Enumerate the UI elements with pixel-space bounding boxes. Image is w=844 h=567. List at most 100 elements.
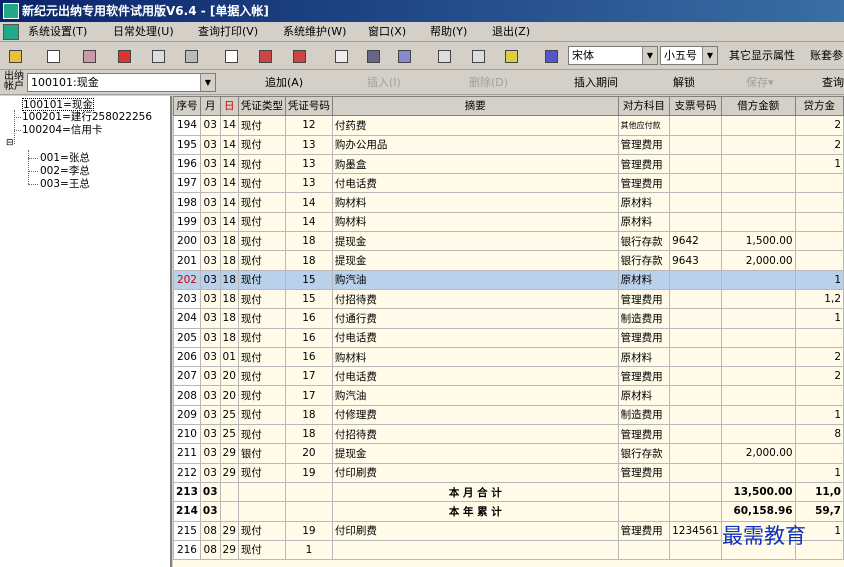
- table-cell[interactable]: 现付: [237, 250, 286, 271]
- table-cell[interactable]: [794, 173, 844, 194]
- table-row[interactable]: 214 03 本 年 累 计 60,158.96 59,7: [173, 501, 844, 522]
- table-cell[interactable]: [331, 539, 619, 561]
- table-cell[interactable]: 200: [173, 231, 201, 252]
- table-cell[interactable]: 196: [173, 153, 201, 175]
- table-cell[interactable]: 管理费用: [617, 327, 671, 348]
- table-cell[interactable]: 03: [199, 501, 221, 522]
- table-cell[interactable]: 211: [173, 443, 201, 464]
- table-row[interactable]: 209 03 25 现付 18 付修理费 制造费用 1: [173, 404, 844, 426]
- table-cell[interactable]: [720, 211, 796, 233]
- table-cell[interactable]: 1: [284, 539, 333, 561]
- table-cell[interactable]: 01: [219, 346, 239, 368]
- table-cell[interactable]: 204: [173, 308, 201, 329]
- table-cell[interactable]: 16: [284, 346, 333, 368]
- table-cell[interactable]: 15: [284, 288, 333, 310]
- table-cell[interactable]: 原材料: [617, 269, 671, 290]
- insert-button[interactable]: 插入(I): [367, 75, 401, 91]
- table-cell[interactable]: 20: [219, 385, 239, 406]
- table-cell[interactable]: 18: [284, 404, 333, 426]
- table-cell[interactable]: 现付: [237, 192, 286, 213]
- table-cell[interactable]: 2,000.00: [720, 443, 796, 464]
- table-cell[interactable]: 03: [199, 424, 221, 445]
- table-cell[interactable]: [669, 501, 722, 522]
- table-row[interactable]: 213 03 本 月 合 计 13,500.00 11,0: [173, 481, 844, 503]
- table-cell[interactable]: [720, 134, 796, 155]
- size-select[interactable]: 小五号 ▼: [660, 46, 718, 65]
- table-cell[interactable]: 12: [284, 115, 333, 136]
- table-cell[interactable]: 付印刷费: [331, 462, 619, 483]
- table-cell[interactable]: 03: [199, 192, 221, 213]
- import-icon[interactable]: [288, 46, 310, 66]
- table-cell[interactable]: 购材料: [331, 346, 619, 368]
- table-cell[interactable]: 原材料: [617, 346, 671, 368]
- table-cell[interactable]: [617, 501, 671, 522]
- other-display-attrs-button[interactable]: 其它显示属性: [729, 47, 795, 65]
- table-cell[interactable]: 03: [199, 211, 221, 233]
- font-icon[interactable]: [540, 46, 562, 66]
- account-set-button[interactable]: 账套参: [810, 47, 843, 65]
- table-cell[interactable]: 18: [219, 250, 239, 271]
- table-cell[interactable]: 207: [173, 366, 201, 387]
- table-cell[interactable]: 18: [219, 288, 239, 310]
- column-header[interactable]: 对方科目: [617, 96, 671, 117]
- table-cell[interactable]: [669, 308, 722, 329]
- table-cell[interactable]: 18: [284, 231, 333, 252]
- table-cell[interactable]: 提现金: [331, 231, 619, 252]
- table-cell[interactable]: 03: [199, 443, 221, 464]
- table-cell[interactable]: 付通行费: [331, 308, 619, 329]
- table-cell[interactable]: [720, 385, 796, 406]
- table-cell[interactable]: 03: [199, 327, 221, 348]
- table-cell[interactable]: 03: [199, 173, 221, 194]
- table-cell[interactable]: 管理费用: [617, 153, 671, 175]
- table-cell[interactable]: 付药费: [331, 115, 619, 136]
- table-cell[interactable]: [669, 366, 722, 387]
- table-cell[interactable]: 现付: [237, 211, 286, 233]
- table-cell[interactable]: 29: [219, 520, 239, 541]
- table-cell[interactable]: 付修理费: [331, 404, 619, 426]
- table-cell[interactable]: 制造费用: [617, 404, 671, 426]
- table-cell[interactable]: 03: [199, 250, 221, 271]
- table-cell[interactable]: 03: [199, 404, 221, 426]
- table-cell[interactable]: [794, 385, 844, 406]
- table-cell[interactable]: [669, 385, 722, 406]
- table-cell[interactable]: [720, 404, 796, 426]
- table-cell[interactable]: 购汽油: [331, 269, 619, 290]
- table-cell[interactable]: 03: [199, 385, 221, 406]
- table-cell[interactable]: 19: [284, 462, 333, 483]
- table-row[interactable]: 212 03 29 现付 19 付印刷费 管理费用 1: [173, 462, 844, 483]
- tree-item-cash[interactable]: 100101=现金: [22, 98, 94, 111]
- delete-button[interactable]: 删除(D): [469, 75, 508, 91]
- collapse-icon[interactable]: ⊟: [6, 137, 14, 150]
- table-cell[interactable]: 现付: [237, 385, 286, 406]
- table-row[interactable]: 200 03 18 现付 18 提现金 银行存款 9642 1,500.00: [173, 231, 844, 252]
- table-cell[interactable]: [720, 192, 796, 213]
- table-cell[interactable]: 212: [173, 462, 201, 483]
- table-cell[interactable]: 现付: [237, 424, 286, 445]
- table-cell[interactable]: [237, 481, 286, 503]
- table-cell[interactable]: 214: [173, 501, 201, 522]
- open-folder-icon[interactable]: [4, 46, 26, 66]
- table-cell[interactable]: 1: [794, 404, 844, 426]
- table-cell[interactable]: [720, 173, 796, 194]
- table-cell[interactable]: 15: [284, 269, 333, 290]
- copy-icon[interactable]: [147, 46, 169, 66]
- table-cell[interactable]: 管理费用: [617, 462, 671, 483]
- column-header[interactable]: 借方金额: [720, 96, 796, 117]
- table-cell[interactable]: [669, 153, 722, 175]
- table-cell[interactable]: 201: [173, 250, 201, 271]
- table-cell[interactable]: [617, 481, 671, 503]
- table-cell[interactable]: 现付: [237, 404, 286, 426]
- table-cell[interactable]: 2: [794, 134, 844, 155]
- table-cell[interactable]: 20: [219, 366, 239, 387]
- table-cell[interactable]: 付招待费: [331, 424, 619, 445]
- menu-query-print[interactable]: 查询打印(V): [198, 24, 258, 40]
- table-cell[interactable]: [720, 346, 796, 368]
- table-cell[interactable]: 11,0: [794, 481, 844, 503]
- table-cell[interactable]: [669, 462, 722, 483]
- table-cell[interactable]: 20: [284, 443, 333, 464]
- table-cell[interactable]: 19: [284, 520, 333, 541]
- table-cell[interactable]: 现付: [237, 269, 286, 290]
- insert-period-button[interactable]: 插入期间: [574, 75, 618, 91]
- table-cell[interactable]: 8: [794, 424, 844, 445]
- export-icon[interactable]: [254, 46, 276, 66]
